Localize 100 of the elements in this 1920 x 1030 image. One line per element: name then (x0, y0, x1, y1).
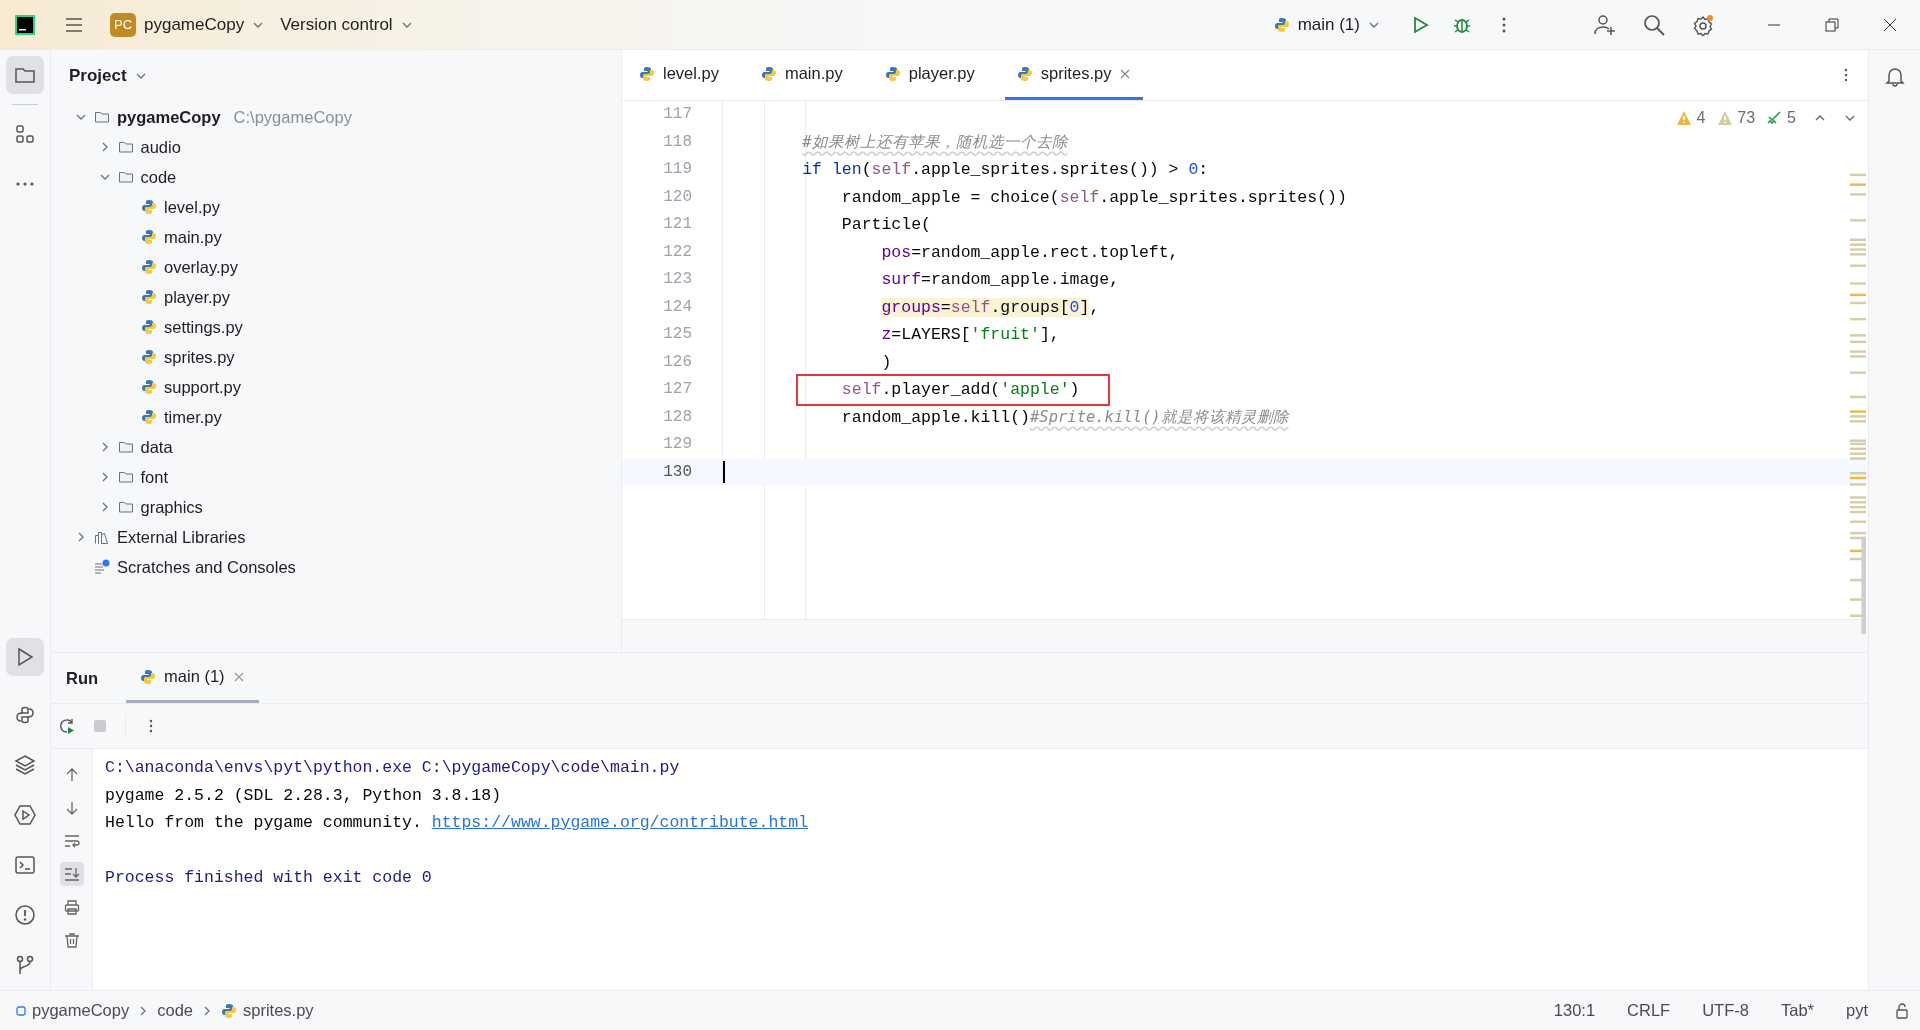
line-number: 123 (622, 266, 723, 294)
folder-icon (117, 169, 134, 185)
git-branch-icon[interactable] (14, 954, 36, 976)
version-control-menu[interactable]: Version control (272, 8, 421, 41)
close-tab-icon[interactable] (232, 670, 245, 683)
tree-item-label[interactable]: support.py (164, 377, 242, 397)
rerun-icon[interactable] (59, 718, 75, 734)
library-icon (94, 529, 110, 545)
settings-icon[interactable] (1692, 13, 1714, 36)
text-cursor (723, 461, 725, 484)
terminal-icon[interactable] (14, 854, 36, 876)
python-file-icon (221, 1002, 237, 1019)
status-item[interactable]: Tab* (1780, 1001, 1814, 1020)
folder-icon (117, 469, 134, 485)
console-line: Hello from the pygame community. https://www.pygame.org/contribute.html (105, 812, 809, 834)
scroll-to-end-button[interactable] (59, 862, 84, 886)
status-item[interactable]: CRLF (1627, 1001, 1671, 1020)
console-line: Process finished with exit code 0 (105, 867, 433, 889)
close-icon[interactable] (1882, 16, 1898, 33)
tree-item-label[interactable]: data (140, 437, 173, 457)
tree-item-label[interactable]: level.py (164, 197, 220, 217)
run-tool-button[interactable] (6, 638, 44, 676)
layers-icon[interactable] (14, 754, 36, 776)
tree-item-label[interactable]: timer.py (164, 407, 222, 427)
breadcrumb[interactable]: pygameCopy (16, 1001, 130, 1020)
project-view-menu[interactable]: Project (61, 60, 155, 92)
line-number: 128 (622, 403, 723, 431)
problems-icon[interactable] (14, 904, 36, 926)
tree-item-label[interactable]: font (140, 467, 169, 487)
folder-icon (117, 499, 134, 515)
lock-icon[interactable] (1894, 1002, 1910, 1019)
code-line: if len(self.apple_sprites.sprites()) > 0: (801, 160, 1209, 180)
project-switcher-dropdown[interactable]: PC pygameCopy (102, 6, 273, 43)
editor-tab[interactable]: main.py (760, 50, 865, 100)
editor-tab[interactable]: player.py (884, 50, 997, 100)
tree-item-label[interactable]: main.py (164, 227, 222, 247)
code-line: pos=random_apple.rect.topleft, (880, 242, 1179, 262)
search-icon[interactable] (1643, 13, 1665, 36)
tree-item-label[interactable]: overlay.py (164, 257, 238, 277)
python-file-icon (141, 409, 157, 425)
project-name: pygameCopy (144, 14, 245, 35)
code-line: z=LAYERS['fruit'], (880, 325, 1060, 345)
tree-item-label[interactable]: player.py (164, 287, 231, 307)
tree-item-label[interactable]: settings.py (164, 317, 243, 337)
python-file-icon (639, 65, 655, 82)
soft-wrap-icon[interactable] (63, 833, 80, 849)
status-item[interactable]: pyt (1846, 1001, 1868, 1020)
code-line: random_apple = choice(self.apple_sprites.sprites()) (840, 187, 1347, 207)
tree-item-label[interactable]: audio (140, 137, 181, 157)
structure-icon[interactable] (14, 123, 36, 145)
code-line: random_apple.kill()#Sprite.kill()就是将该精灵删除 (840, 406, 1289, 428)
breadcrumb[interactable]: sprites.py (221, 1001, 314, 1020)
restore-icon[interactable] (1824, 16, 1840, 33)
close-tab-icon[interactable] (1119, 67, 1132, 80)
python-file-icon (1273, 16, 1290, 33)
python-file-icon (1016, 65, 1033, 82)
notifications-bell-icon[interactable] (1883, 65, 1906, 87)
tree-item-label[interactable]: graphics (140, 497, 203, 517)
check-icon[interactable] (1767, 110, 1784, 126)
tree-item-label[interactable]: sprites.py (164, 347, 235, 367)
code-line: self.player_add('apple') (840, 380, 1080, 400)
python-file-icon (141, 379, 157, 395)
line-number: 129 (622, 431, 723, 459)
editor-tab[interactable]: level.py (639, 50, 741, 100)
scratches-icon (94, 559, 110, 575)
console-line: C:\anaconda\envs\pyt\python.exe C:\pygameCopy\code\main.py (105, 757, 681, 779)
services-icon[interactable] (14, 804, 36, 826)
code-line: Particle( (840, 215, 931, 235)
line-number: 119 (622, 156, 723, 184)
app-logo-icon[interactable] (15, 14, 35, 35)
code-line: groups=self.groups[0], (880, 297, 1100, 317)
code-line: #如果树上还有苹果，随机选一个去除 (801, 131, 1068, 153)
tree-item-label[interactable]: code (140, 167, 177, 187)
tree-item-label[interactable]: pygameCopy (117, 107, 221, 127)
python-file-icon (141, 229, 157, 245)
inspection-count: 5 (1787, 109, 1796, 127)
module-icon (16, 1005, 26, 1016)
status-item[interactable]: UTF-8 (1702, 1001, 1749, 1020)
line-number: 117 (622, 101, 723, 129)
project-tool-button[interactable] (6, 56, 44, 94)
editor-tab[interactable]: sprites.py (1004, 50, 1144, 100)
python-file-icon (760, 65, 777, 82)
python-file-icon (141, 289, 157, 305)
line-number: 127 (622, 376, 723, 404)
tree-item-label[interactable]: Scratches and Consoles (117, 557, 296, 577)
console-link[interactable]: https://www.pygame.org/contribute.html (431, 813, 809, 832)
python-console-icon[interactable] (14, 704, 36, 726)
python-file-icon (140, 668, 157, 685)
breadcrumb[interactable]: code (157, 1001, 193, 1020)
status-item[interactable]: 130:1 (1553, 1001, 1596, 1020)
folder-icon (117, 139, 134, 155)
tree-item-label[interactable]: External Libraries (117, 527, 246, 547)
add-user-icon[interactable] (1594, 13, 1616, 36)
print-icon[interactable] (63, 899, 80, 915)
project-path: C:\pygameCopy (233, 107, 352, 127)
line-number: 126 (622, 348, 723, 376)
run-configuration-menu[interactable]: main (1) (1265, 8, 1388, 41)
python-file-icon (884, 65, 901, 82)
project-badge: PC (110, 12, 136, 37)
trash-icon[interactable] (63, 932, 80, 948)
